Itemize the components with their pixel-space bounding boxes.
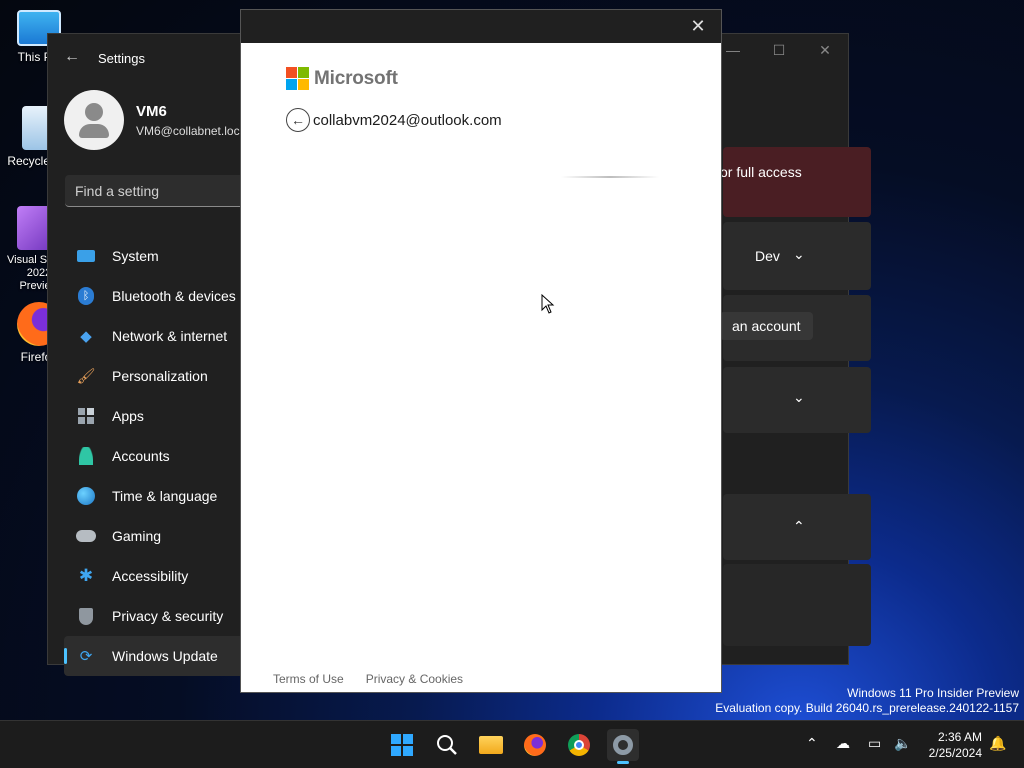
avatar [64,90,124,150]
channel-dropdown-value[interactable]: Dev [755,248,780,264]
accessibility-icon: ✱ [78,566,94,585]
dialog-footer: Terms of Use Privacy & Cookies [273,672,463,686]
chevron-down-icon[interactable]: ⌄ [793,246,805,263]
close-icon[interactable]: ✕ [802,34,848,66]
nav-item-label: System [112,248,159,264]
globe-clock-icon [76,486,96,506]
find-setting-input[interactable]: Find a setting [65,175,265,207]
gamepad-icon [76,526,96,546]
chrome-icon[interactable] [563,729,595,761]
apps-icon [76,406,96,426]
nav-item-label: Gaming [112,528,162,544]
chevron-down-icon[interactable]: ⌄ [793,389,805,406]
nav-item-label: Bluetooth & devices [112,288,236,304]
watermark-line-1: Windows 11 Pro Insider Preview [847,686,1019,700]
loading-progress-bar [561,176,659,178]
brush-icon: 🖌 [76,368,96,385]
accounts-icon [76,446,96,466]
clock-time: 2:36 AM [937,730,982,744]
chevron-up-icon[interactable]: ⌃ [793,518,805,535]
window-controls: — ☐ ✕ [710,34,848,66]
account-identity: ← collabvm2024@outlook.com [286,108,502,132]
network-icon[interactable]: ▭ [868,735,881,752]
file-explorer-icon[interactable] [475,729,507,761]
nav-item-label: Time & language [112,488,218,504]
expanded-card-body [723,564,871,646]
wifi-icon: ◆ [80,328,92,345]
start-icon[interactable] [386,729,418,761]
system-icon [76,246,96,266]
bluetooth-icon: ᛒ [76,286,96,306]
nav-item-label: Personalization [112,368,208,384]
privacy-cookies-link[interactable]: Privacy & Cookies [366,672,463,686]
watermark-line-2: Evaluation copy. Build 26040.rs_prerelea… [715,701,1019,715]
onedrive-icon[interactable]: ☁ [836,735,850,752]
evaluation-watermark: Windows 11 Pro Insider Preview Evaluatio… [715,686,1019,716]
firefox-icon[interactable] [519,729,551,761]
taskbar: ⌃ ☁ ▭ 🔈 2:36 AM 2/25/2024 🔔 [0,720,1024,768]
back-arrow-icon[interactable]: ← [286,108,310,132]
microsoft-signin-dialog: ✕ Microsoft ← collabvm2024@outlook.com T… [240,9,722,693]
system-clock[interactable]: 2:36 AM 2/25/2024 [929,729,982,761]
settings-icon[interactable] [607,729,639,764]
dialog-titlebar: ✕ [241,10,721,43]
update-icon: ⟳ [79,648,93,665]
close-icon[interactable]: ✕ [687,15,709,37]
user-email: VM6@collabnet.local [136,123,249,138]
nav-item-label: Accessibility [112,568,189,584]
access-banner [723,147,871,217]
access-banner-text: or full access [720,164,802,180]
microsoft-logo-icon [286,67,309,90]
clock-date: 2/25/2024 [928,746,982,760]
nav-item-label: Privacy & security [112,608,224,624]
volume-icon[interactable]: 🔈 [894,735,911,752]
account-email: collabvm2024@outlook.com [313,111,502,129]
nav-item-label: Network & internet [112,328,228,344]
terms-of-use-link[interactable]: Terms of Use [273,672,344,686]
microsoft-logo: Microsoft [286,67,398,90]
nav-item-label: Accounts [112,448,170,464]
settings-title: Settings [98,51,145,66]
nav-item-label: Windows Update [112,648,218,664]
maximize-icon[interactable]: ☐ [756,34,802,66]
microsoft-wordmark: Microsoft [314,67,398,89]
search-icon[interactable] [431,729,463,761]
mouse-cursor-icon [541,294,555,314]
link-account-button[interactable]: an account [720,312,813,340]
user-name: VM6 [136,102,167,120]
back-arrow-icon[interactable]: ← [64,48,80,66]
shield-icon [76,606,96,626]
nav-item-label: Apps [112,408,144,424]
user-profile: VM6 VM6@collabnet.local [64,90,249,150]
chevron-up-icon[interactable]: ⌃ [806,735,818,752]
notification-bell-icon[interactable]: 🔔 [989,735,1006,752]
